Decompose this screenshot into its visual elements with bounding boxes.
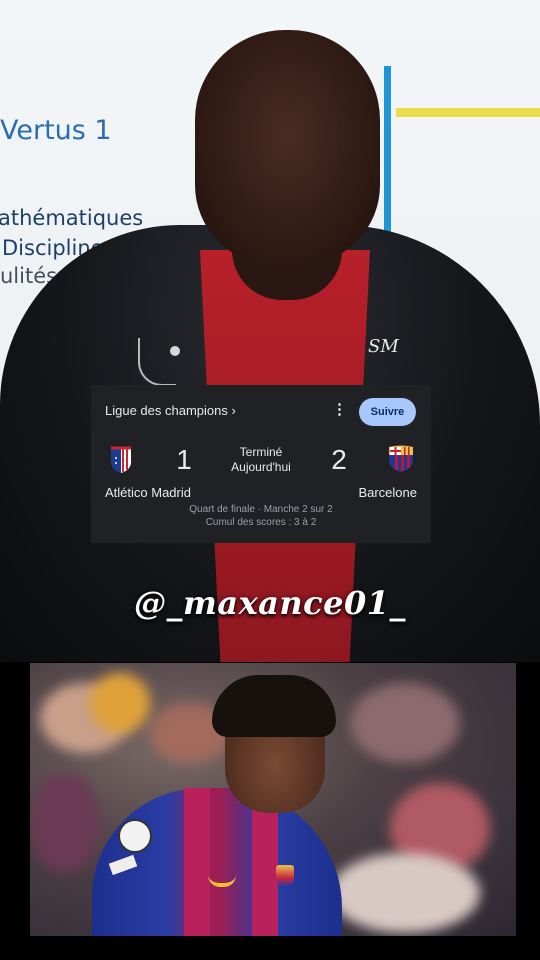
- lapel-pin: [170, 346, 180, 356]
- crowd-blur: [90, 673, 150, 733]
- board-title: Vertus 1: [0, 115, 112, 146]
- away-team-name[interactable]: Barcelone: [358, 485, 417, 500]
- fc-barcelona-jersey-crest-icon: [276, 865, 294, 887]
- atletico-madrid-crest-icon: [111, 446, 131, 473]
- fc-barcelona-crest-icon: [389, 445, 413, 472]
- player-photo: [30, 663, 516, 936]
- champions-league-badge-icon: [118, 819, 152, 853]
- board-line: athématiques: [0, 206, 144, 230]
- status-text: Terminé: [239, 445, 283, 459]
- match-round: Quart de finale · Manche 2 sur 2: [189, 504, 333, 515]
- aggregate-score: Cumul des scores : 3 à 2: [205, 517, 317, 528]
- crowd-blur: [350, 683, 460, 763]
- away-score: 2: [331, 444, 347, 475]
- jersey-stripe: [184, 788, 210, 936]
- more-options-icon[interactable]: ⋮: [332, 402, 347, 417]
- crowd-blur: [330, 853, 480, 933]
- match-date: Aujourd'hui: [231, 460, 291, 474]
- board-accent-line: [396, 108, 540, 117]
- match-status: Terminé Aujourd'hui: [211, 445, 311, 475]
- video-background: Vertus 1 athématiques Discipline ulités …: [0, 0, 540, 662]
- follow-button[interactable]: Suivre: [359, 398, 416, 426]
- creator-handle: @_maxance01_: [133, 584, 407, 622]
- player-hair: [212, 675, 336, 737]
- lapel-logo: SM: [368, 336, 399, 357]
- match-score-card: Ligue des champions › ⋮ Suivre 1 Terminé…: [91, 385, 431, 543]
- crowd-blur: [30, 773, 100, 873]
- home-score: 1: [176, 444, 192, 475]
- presenter-head: [195, 30, 380, 265]
- board-divider-line: [384, 66, 391, 236]
- league-link[interactable]: Ligue des champions ›: [105, 403, 236, 418]
- home-team-name[interactable]: Atlético Madrid: [105, 485, 191, 500]
